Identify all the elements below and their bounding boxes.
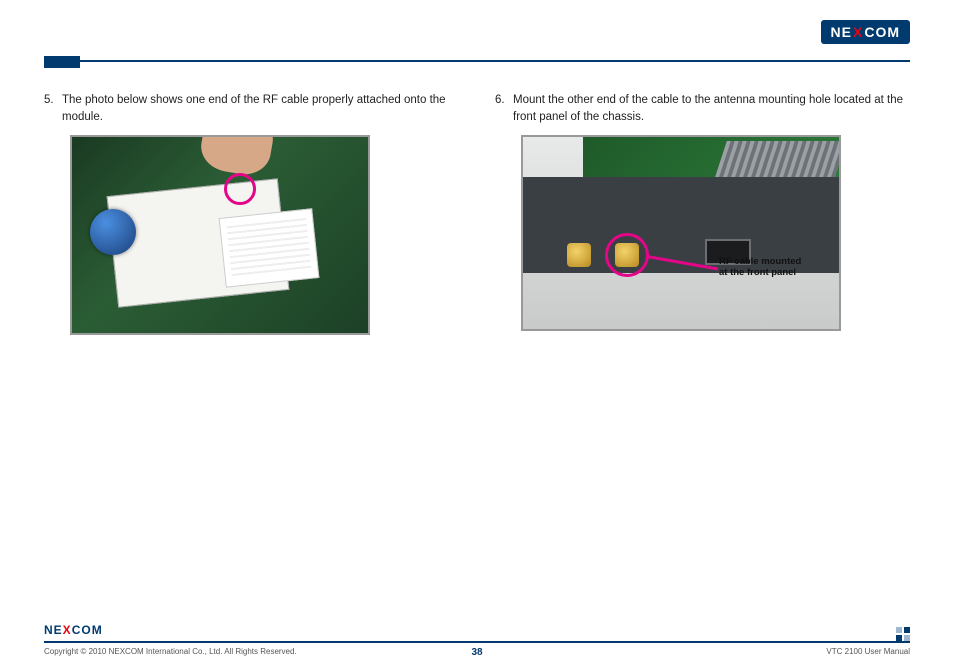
brand-logo-top: NEXCOM bbox=[821, 20, 910, 44]
highlight-circle-icon bbox=[224, 173, 256, 205]
figure-rf-cable-front-panel: RF cable mounted at the front panel bbox=[521, 135, 841, 331]
header-tab bbox=[44, 56, 80, 68]
callout-line2: at the front panel bbox=[719, 267, 796, 278]
page-footer: NEXCOM Copyright © 2010 NEXCOM Internati… bbox=[44, 641, 910, 656]
module-label bbox=[219, 209, 320, 288]
coin-battery bbox=[90, 209, 136, 255]
content-columns: 5. The photo below shows one end of the … bbox=[44, 92, 910, 335]
figure-rf-cable-on-module bbox=[70, 135, 370, 335]
step-text: Mount the other end of the cable to the … bbox=[513, 92, 910, 125]
step-text: The photo below shows one end of the RF … bbox=[62, 92, 459, 125]
footer-rule: Copyright © 2010 NEXCOM International Co… bbox=[44, 641, 910, 656]
brand-logo-footer: NEXCOM bbox=[44, 623, 103, 637]
copyright-text: Copyright © 2010 NEXCOM International Co… bbox=[44, 647, 297, 656]
sma-connector bbox=[567, 243, 591, 267]
footer-squares-icon bbox=[896, 627, 910, 641]
step-number: 5. bbox=[44, 92, 62, 125]
step-6: 6. Mount the other end of the cable to t… bbox=[495, 92, 910, 125]
step-5: 5. The photo below shows one end of the … bbox=[44, 92, 459, 125]
page-header: NEXCOM bbox=[44, 20, 910, 54]
header-rule bbox=[44, 60, 910, 62]
callout-line1: RF cable mounted bbox=[719, 256, 801, 267]
callout-label: RF cable mounted at the front panel bbox=[719, 257, 801, 279]
page-number: 38 bbox=[471, 647, 482, 658]
document-title: VTC 2100 User Manual bbox=[826, 647, 910, 656]
column-right: 6. Mount the other end of the cable to t… bbox=[477, 92, 910, 335]
column-left: 5. The photo below shows one end of the … bbox=[44, 92, 477, 335]
step-number: 6. bbox=[495, 92, 513, 125]
